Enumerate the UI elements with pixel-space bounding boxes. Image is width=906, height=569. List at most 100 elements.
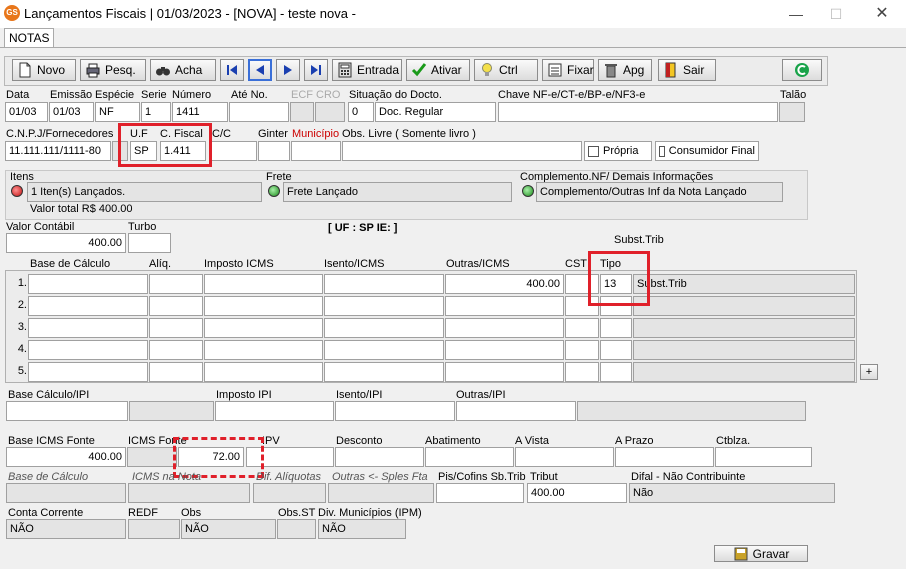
- isento-ipi-field[interactable]: [335, 401, 455, 421]
- row1-base-field[interactable]: [28, 274, 148, 294]
- difal-field[interactable]: Não: [629, 483, 835, 503]
- div-municipios-field[interactable]: NÃO: [318, 519, 406, 539]
- tab-divider: [0, 47, 906, 48]
- row5-isento-field[interactable]: [324, 362, 444, 382]
- add-row-button[interactable]: +: [860, 364, 878, 380]
- acha-button[interactable]: Acha: [150, 59, 216, 81]
- row5-base-field[interactable]: [28, 362, 148, 382]
- municipio-field[interactable]: [291, 141, 341, 161]
- turbo-field[interactable]: [128, 233, 171, 253]
- icms-fonte-aliq-field: [127, 447, 177, 467]
- fixar-button[interactable]: Fixar: [542, 59, 594, 81]
- previous-record-button[interactable]: [248, 59, 272, 81]
- row1-imposto-field[interactable]: [204, 274, 323, 294]
- row2-imposto-field[interactable]: [204, 296, 323, 316]
- serie-field[interactable]: 1: [141, 102, 171, 122]
- pis-cofins-field[interactable]: [436, 483, 524, 503]
- obs-st-field[interactable]: [277, 519, 316, 539]
- calculator-icon: [337, 62, 353, 78]
- row5-tipo-field[interactable]: [600, 362, 632, 382]
- a-vista-field[interactable]: [515, 447, 614, 467]
- ctblza-field[interactable]: [715, 447, 812, 467]
- ctrl-button[interactable]: Ctrl: [474, 59, 538, 81]
- row2-outras-field[interactable]: [445, 296, 564, 316]
- base-icms-fonte-field[interactable]: 400.00: [6, 447, 126, 467]
- redf-field[interactable]: [128, 519, 180, 539]
- gravar-button[interactable]: Gravar: [714, 545, 808, 562]
- imposto-ipi-field[interactable]: [215, 401, 334, 421]
- novo-button[interactable]: Novo: [12, 59, 76, 81]
- row3-base-field[interactable]: [28, 318, 148, 338]
- row5-cst-field[interactable]: [565, 362, 599, 382]
- numero-field[interactable]: 1411: [172, 102, 228, 122]
- row4-outras-field[interactable]: [445, 340, 564, 360]
- row2-aliq-field[interactable]: [149, 296, 203, 316]
- chave-field[interactable]: [498, 102, 778, 122]
- refresh-button[interactable]: [782, 59, 822, 81]
- close-icon[interactable]: ✕: [872, 4, 892, 24]
- abatimento-field[interactable]: [425, 447, 514, 467]
- base-ipi-field[interactable]: [6, 401, 128, 421]
- row5-imposto-field[interactable]: [204, 362, 323, 382]
- a-prazo-field[interactable]: [615, 447, 714, 467]
- consumidor-final-checkbox-wrap[interactable]: Consumidor Final: [655, 141, 759, 161]
- ate-no-field[interactable]: [229, 102, 289, 122]
- entrada-button[interactable]: Entrada: [332, 59, 402, 81]
- tribut-field[interactable]: 400.00: [527, 483, 627, 503]
- row3-isento-field[interactable]: [324, 318, 444, 338]
- row4-tipo-field[interactable]: [600, 340, 632, 360]
- row4-imposto-field[interactable]: [204, 340, 323, 360]
- previous-icon: [252, 62, 268, 78]
- data-field[interactable]: 01/03: [5, 102, 48, 122]
- maximize-icon[interactable]: ☐: [826, 4, 846, 24]
- row3-aliq-field[interactable]: [149, 318, 203, 338]
- row2-base-field[interactable]: [28, 296, 148, 316]
- row4-aliq-field[interactable]: [149, 340, 203, 360]
- next-record-button[interactable]: [276, 59, 300, 81]
- row5-outras-field[interactable]: [445, 362, 564, 382]
- tab-notas[interactable]: NOTAS: [4, 28, 55, 47]
- row3-outras-field[interactable]: [445, 318, 564, 338]
- pesq-label: Pesq.: [105, 63, 136, 77]
- propria-checkbox-wrap[interactable]: Própria: [584, 141, 652, 161]
- itens-status-led-icon: [11, 185, 23, 197]
- obs-livre-field[interactable]: [342, 141, 582, 161]
- row4-isento-field[interactable]: [324, 340, 444, 360]
- pesq-button[interactable]: Pesq.: [80, 59, 146, 81]
- row3-imposto-field[interactable]: [204, 318, 323, 338]
- obs-livre-label: Obs. Livre ( Somente livro ): [342, 128, 476, 140]
- situacao-code-field[interactable]: 0: [348, 102, 374, 122]
- desconto-field[interactable]: [335, 447, 424, 467]
- row3-tipo-field[interactable]: [600, 318, 632, 338]
- cc-field[interactable]: [211, 141, 257, 161]
- minimize-icon[interactable]: —: [786, 4, 806, 24]
- row1-aliq-field[interactable]: [149, 274, 203, 294]
- row1-isento-field[interactable]: [324, 274, 444, 294]
- clipboard-icon: [547, 62, 563, 78]
- valor-contabil-field[interactable]: 400.00: [6, 233, 126, 253]
- emissao-field[interactable]: 01/03: [49, 102, 94, 122]
- outras-ipi-field[interactable]: [456, 401, 576, 421]
- trash-icon: [603, 62, 619, 78]
- propria-checkbox[interactable]: [588, 145, 599, 157]
- row3-cst-field[interactable]: [565, 318, 599, 338]
- consumidor-final-checkbox[interactable]: [659, 145, 665, 157]
- especie-field[interactable]: NF: [95, 102, 140, 122]
- ativar-button[interactable]: Ativar: [406, 59, 470, 81]
- row2-isento-field[interactable]: [324, 296, 444, 316]
- talao-field: [779, 102, 805, 122]
- conta-corrente-field[interactable]: NÃO: [6, 519, 126, 539]
- row5-aliq-field[interactable]: [149, 362, 203, 382]
- row1-outras-field[interactable]: 400.00: [445, 274, 564, 294]
- row4-cst-field[interactable]: [565, 340, 599, 360]
- sair-button[interactable]: Sair: [658, 59, 716, 81]
- row4-base-field[interactable]: [28, 340, 148, 360]
- last-record-button[interactable]: [304, 59, 328, 81]
- apg-button[interactable]: Apg: [598, 59, 652, 81]
- ginter-field[interactable]: [258, 141, 290, 161]
- sair-label: Sair: [683, 63, 705, 77]
- row2-tipo-desc-field: [633, 296, 855, 316]
- obs-field[interactable]: NÃO: [181, 519, 276, 539]
- cnpj-field[interactable]: 11.111.111/1111-80: [5, 141, 111, 161]
- first-record-button[interactable]: [220, 59, 244, 81]
